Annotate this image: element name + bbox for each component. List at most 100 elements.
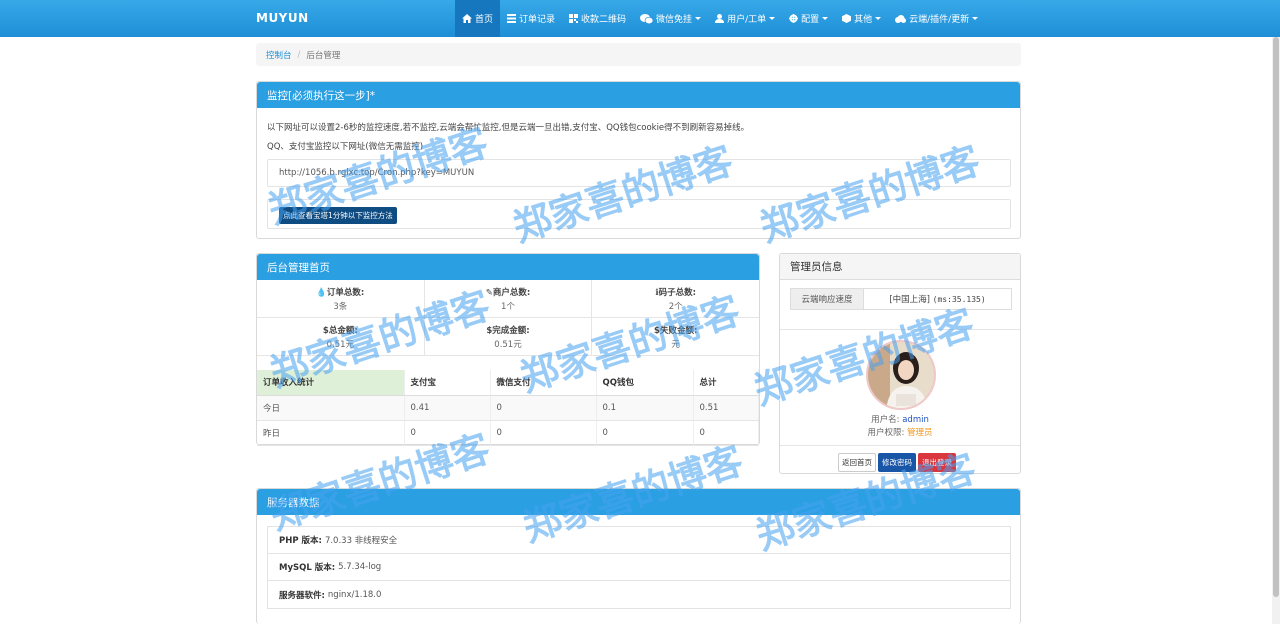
monitor-button-box: 点此查看宝塔1分钟以下监控方法 (267, 199, 1011, 229)
stat-order-count: 💧订单总数: 3条 (257, 280, 425, 317)
list-icon (507, 14, 517, 23)
stat-value: 0.51元 (494, 340, 522, 350)
list-item: 服务器软件: nginx/1.18.0 (268, 581, 1010, 608)
table-cell: 0 (490, 395, 597, 421)
nav-user[interactable]: 用户/工单 (708, 0, 782, 37)
avatar (866, 340, 936, 410)
table-header: 订单收入统计 (257, 370, 405, 396)
stats-grid: 💧订单总数: 3条 ✎商户总数: 1个 ℹ码子总数: 2个 $总金额: 0.51… (257, 280, 759, 356)
qrcode-icon (569, 14, 579, 23)
nav-config-label: 配置 (801, 15, 820, 25)
nav-home-label: 首页 (475, 15, 494, 25)
monitor-method-button[interactable]: 点此查看宝塔1分钟以下监控方法 (279, 207, 397, 224)
username-value: admin (902, 415, 929, 425)
nav-cloud-label: 云端/插件/更新 (909, 15, 970, 25)
cloud-speed-value: [中国上海] (ms:35.135) (864, 289, 1011, 309)
change-password-button[interactable]: 修改密码 (878, 453, 916, 472)
stat-label: 商户总数: (492, 288, 531, 298)
nav-home[interactable]: 首页 (455, 0, 501, 37)
table-cell: 0 (596, 420, 694, 446)
stat-value: 元 (671, 340, 680, 350)
list-item: MySQL 版本: 5.7.34-log (268, 554, 1010, 581)
table-cell: 0.51 (693, 395, 759, 421)
monitor-note: QQ、支付宝监控以下网址(微信无需监控) (267, 142, 424, 152)
monitor-description: 以下网址可以设置2-6秒的监控速度,若不监控,云端会帮忙监控,但是云端一旦出错,… (267, 123, 750, 133)
table-header-row: 订单收入统计 支付宝 微信支付 QQ钱包 总计 (257, 370, 759, 396)
list-item: PHP 版本: 7.0.33 非线程安全 (268, 527, 1010, 554)
chevron-down-icon (695, 17, 702, 20)
table-cell: 0 (490, 420, 597, 446)
breadcrumb-home-link[interactable]: 控制台 (266, 49, 292, 61)
cloud-speed-location: [中国上海] (889, 295, 930, 305)
table-cell: 0 (693, 420, 759, 446)
server-panel-title: 服务器数据 (257, 489, 1020, 515)
divider (780, 445, 1020, 446)
stat-code-count: ℹ码子总数: 2个 (592, 280, 759, 317)
avatar-image (868, 342, 934, 408)
nav-orders-label: 订单记录 (519, 15, 556, 25)
server-item-value: 7.0.33 非线程安全 (324, 536, 398, 546)
nav-qrcode-label: 收款二维码 (581, 15, 627, 25)
drop-icon: 💧 (316, 288, 327, 298)
server-item-value: 5.7.34-log (338, 562, 382, 572)
cube-icon (842, 14, 852, 23)
chevron-down-icon (972, 17, 979, 20)
table-cell: 0 (404, 420, 491, 446)
chevron-down-icon (875, 17, 882, 20)
monitor-panel: 监控[必须执行这一步]* 以下网址可以设置2-6秒的监控速度,若不监控,云端会帮… (256, 81, 1021, 239)
nav-qrcode[interactable]: 收款二维码 (562, 0, 633, 37)
nav-cloud[interactable]: 云端/插件/更新 (888, 0, 985, 37)
table-header: 微信支付 (490, 370, 597, 396)
nav-other-label: 其他 (854, 15, 873, 25)
dashboard-panel-title: 后台管理首页 (257, 254, 759, 280)
monitor-panel-title: 监控[必须执行这一步]* (257, 82, 1020, 108)
back-home-button[interactable]: 返回首页 (838, 453, 876, 472)
nav-config[interactable]: 配置 (782, 0, 835, 37)
stat-value: 3条 (333, 302, 348, 312)
stats-row: $总金额: 0.51元 $完成金额: 0.51元 $失败金额: 元 (257, 318, 759, 356)
stat-completed-amount: $完成金额: 0.51元 (425, 318, 593, 355)
server-panel: 服务器数据 PHP 版本: 7.0.33 非线程安全 MySQL 版本: 5.7.3… (256, 488, 1021, 624)
edit-icon: ✎ (485, 288, 493, 298)
brand-logo[interactable]: MUYUN (256, 11, 309, 25)
table-cell: 昨日 (257, 420, 405, 446)
nav-wechat-label: 微信免挂 (656, 15, 693, 25)
divider (780, 329, 1020, 330)
admin-button-group: 返回首页 修改密码 退出登录 (838, 453, 956, 472)
stat-label: 订单总数: (326, 288, 365, 298)
scrollbar-thumb[interactable] (1273, 37, 1279, 597)
server-item-label: PHP 版本: (279, 536, 322, 546)
server-item-label: 服务器软件: (279, 590, 325, 601)
table-header: 支付宝 (404, 370, 491, 396)
nav-wechat[interactable]: 微信免挂 (633, 0, 708, 37)
breadcrumb: 控制台 / 后台管理 (256, 43, 1021, 66)
role-value: 管理员 (907, 428, 933, 438)
stat-value: 2个 (668, 302, 683, 312)
gear-icon (789, 14, 799, 23)
stat-label: 失败金额: (659, 326, 698, 336)
server-item-value: nginx/1.18.0 (327, 589, 382, 600)
stat-failed-amount: $失败金额: 元 (592, 318, 759, 355)
monitor-url[interactable]: http://1056.b.rglxc.top/Cron.php?key=MUY… (279, 168, 474, 178)
home-icon (462, 14, 472, 23)
breadcrumb-current: 后台管理 (306, 50, 341, 61)
table-row: 昨日 0 0 0 0 (257, 420, 759, 446)
stat-label: 总金额: (328, 326, 358, 336)
stat-total-amount: $总金额: 0.51元 (257, 318, 425, 355)
chevron-down-icon (769, 17, 776, 20)
server-info-list: PHP 版本: 7.0.33 非线程安全 MySQL 版本: 5.7.34-log … (267, 526, 1011, 609)
chevron-down-icon (822, 17, 829, 20)
logout-button[interactable]: 退出登录 (918, 453, 956, 472)
nav-orders[interactable]: 订单记录 (500, 0, 562, 37)
income-table: 订单收入统计 支付宝 微信支付 QQ钱包 总计 今日 0.41 0 0.1 0.… (257, 370, 759, 446)
table-cell: 今日 (257, 395, 405, 421)
user-icon (715, 14, 725, 23)
server-item-label: MySQL 版本: (279, 563, 336, 573)
page-scrollbar[interactable] (1272, 37, 1280, 624)
table-row: 今日 0.41 0 0.1 0.51 (257, 395, 759, 421)
cloud-speed-box: 云端响应速度 [中国上海] (ms:35.135) (790, 288, 1012, 310)
breadcrumb-separator: / (297, 49, 301, 60)
stat-value: 0.51元 (326, 340, 355, 350)
nav-other[interactable]: 其他 (835, 0, 888, 37)
income-table-wrap: 订单收入统计 支付宝 微信支付 QQ钱包 总计 今日 0.41 0 0.1 0.… (257, 370, 759, 446)
